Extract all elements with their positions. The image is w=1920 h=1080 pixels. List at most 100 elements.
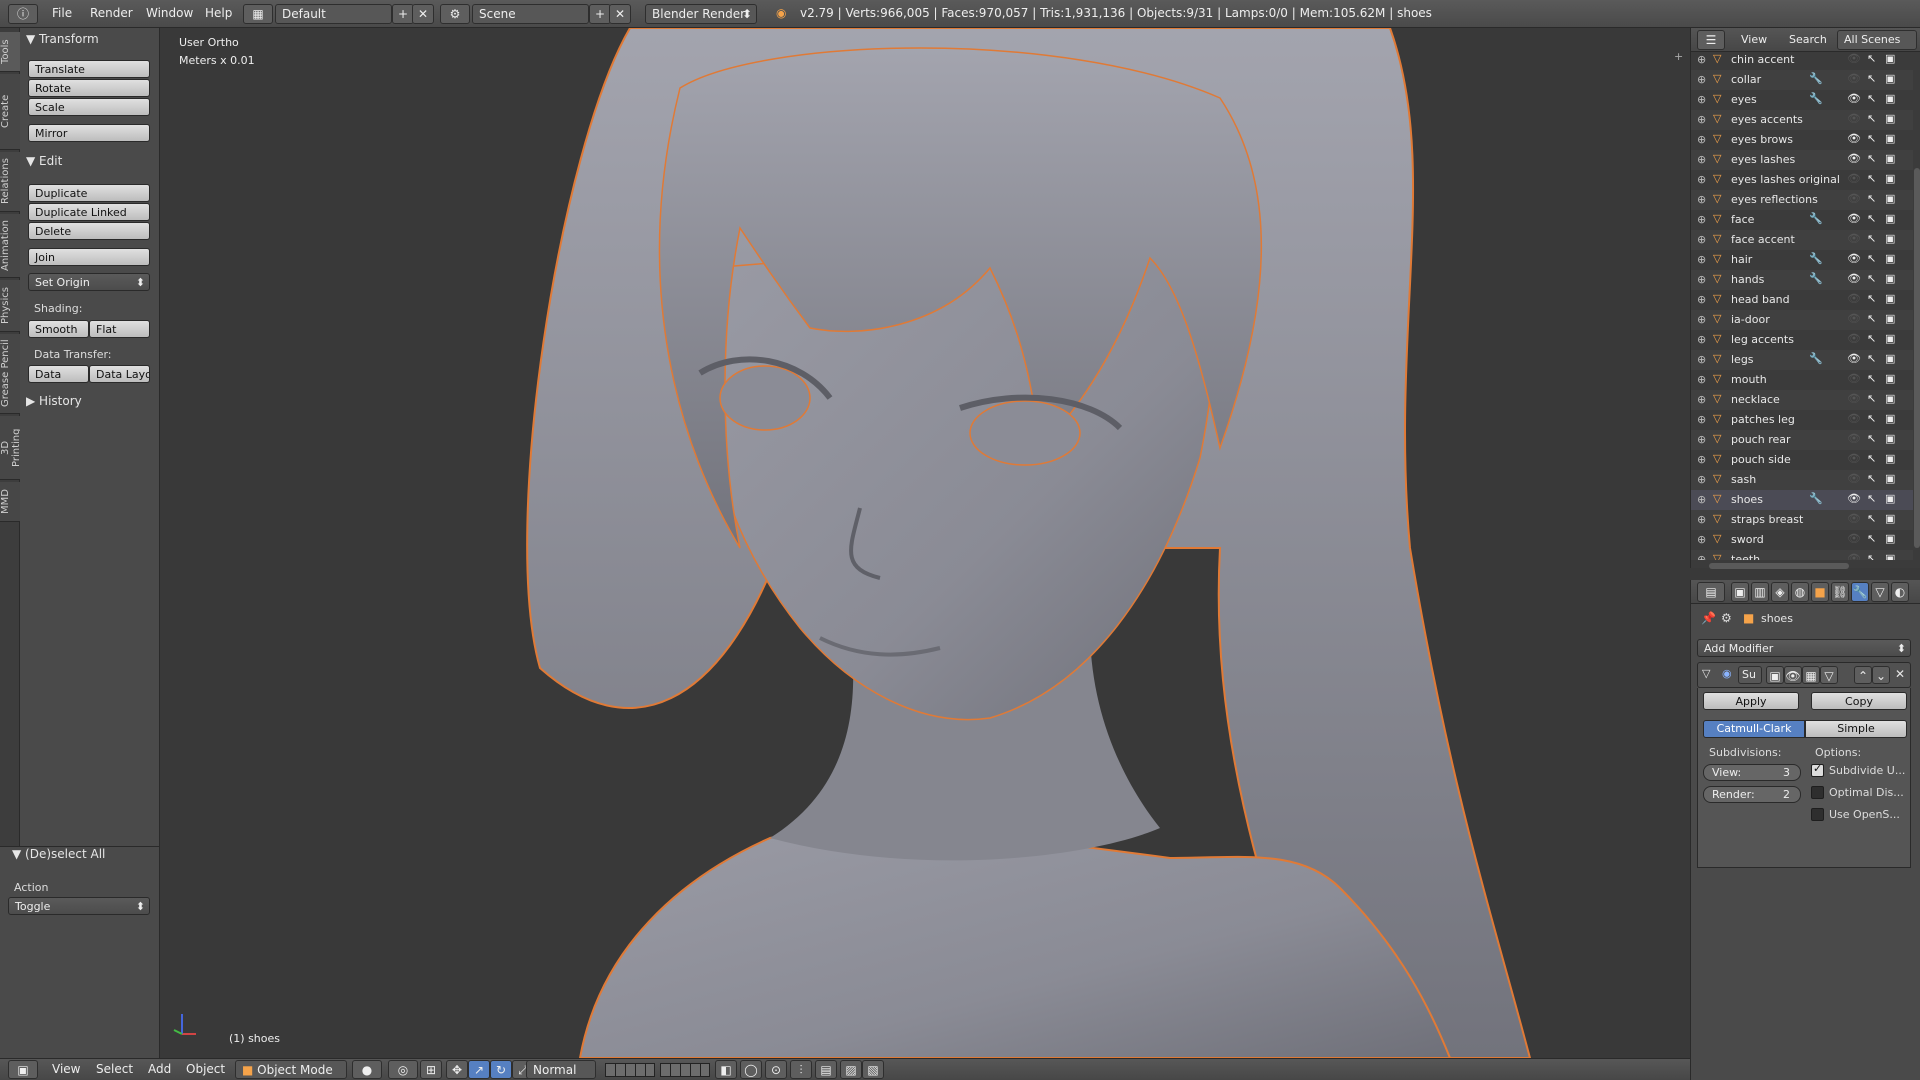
renderable-camera-icon[interactable]: ▣ bbox=[1885, 152, 1895, 165]
data-tab-icon[interactable]: ▽ bbox=[1871, 582, 1889, 602]
outliner-item[interactable]: ⊕ ▽ shoes 🔧 👁 ↖ ▣ bbox=[1691, 490, 1913, 510]
move-up-icon[interactable]: ⌃ bbox=[1854, 666, 1872, 684]
visibility-eye-icon[interactable]: 👁 bbox=[1847, 312, 1861, 325]
visibility-eye-icon[interactable]: 👁 bbox=[1847, 432, 1861, 445]
outliner-item-label[interactable]: collar bbox=[1731, 73, 1761, 86]
modifier-wrench-icon[interactable]: 🔧 bbox=[1809, 92, 1823, 105]
outliner-item-label[interactable]: face bbox=[1731, 213, 1754, 226]
snap-icon[interactable]: ⊙ bbox=[765, 1060, 787, 1079]
action-select[interactable]: Toggle ⬍ bbox=[8, 897, 150, 915]
expand-icon[interactable]: ⊕ bbox=[1697, 213, 1706, 226]
visibility-eye-icon[interactable]: 👁 bbox=[1847, 512, 1861, 525]
apply-button[interactable]: Apply bbox=[1703, 692, 1799, 710]
outliner-item[interactable]: ⊕ ▽ ia-door 👁 ↖ ▣ bbox=[1691, 310, 1913, 330]
renderable-camera-icon[interactable]: ▣ bbox=[1885, 232, 1895, 245]
layout-field[interactable]: Default bbox=[275, 4, 392, 24]
selectable-cursor-icon[interactable]: ↖ bbox=[1867, 552, 1876, 560]
outliner-item-label[interactable]: necklace bbox=[1731, 393, 1780, 406]
expand-icon[interactable]: ⊕ bbox=[1697, 493, 1706, 506]
subdivide-uvs-checkbox[interactable]: ✓ bbox=[1811, 762, 1824, 777]
renderable-camera-icon[interactable]: ▣ bbox=[1885, 372, 1895, 385]
outliner-item-label[interactable]: mouth bbox=[1731, 373, 1767, 386]
menu-select[interactable]: Select bbox=[96, 1062, 133, 1076]
modifier-wrench-icon[interactable]: 🔧 bbox=[1809, 352, 1823, 365]
constraints-tab-icon[interactable]: ⛓ bbox=[1831, 582, 1849, 602]
world-tab-icon[interactable]: ◍ bbox=[1791, 582, 1809, 602]
menu-view[interactable]: View bbox=[52, 1062, 80, 1076]
selectable-cursor-icon[interactable]: ↖ bbox=[1867, 212, 1876, 225]
visibility-eye-icon[interactable]: 👁 bbox=[1847, 472, 1861, 485]
visibility-eye-icon[interactable]: 👁 bbox=[1847, 552, 1861, 560]
visibility-eye-icon[interactable]: 👁 bbox=[1847, 232, 1861, 245]
delete-button[interactable]: Delete bbox=[28, 222, 150, 240]
outliner-item-label[interactable]: legs bbox=[1731, 353, 1754, 366]
renderable-camera-icon[interactable]: ▣ bbox=[1885, 72, 1895, 85]
rotate-button[interactable]: Rotate bbox=[28, 79, 150, 97]
tab-grease-pencil[interactable]: Grease Pencil bbox=[0, 334, 20, 414]
scale-button[interactable]: Scale bbox=[28, 98, 150, 116]
outliner-hscrollbar[interactable] bbox=[1709, 563, 1849, 569]
copy-button[interactable]: Copy bbox=[1811, 692, 1907, 710]
visibility-eye-icon[interactable]: 👁 bbox=[1847, 292, 1861, 305]
menu-file[interactable]: File bbox=[52, 6, 72, 20]
deselect-all-header[interactable]: ▼ (De)select All bbox=[12, 847, 105, 861]
visibility-eye-icon[interactable]: 👁 bbox=[1847, 112, 1861, 125]
menu-window[interactable]: Window bbox=[146, 6, 193, 20]
renderable-camera-icon[interactable]: ▣ bbox=[1885, 312, 1895, 325]
selectable-cursor-icon[interactable]: ↖ bbox=[1867, 292, 1876, 305]
tab-physics[interactable]: Physics bbox=[0, 280, 20, 332]
remove-modifier-icon[interactable]: ✕ bbox=[1895, 667, 1905, 681]
lock-layers-icon[interactable]: ◧ bbox=[715, 1060, 737, 1079]
outliner-item-label[interactable]: eyes reflections bbox=[1731, 193, 1818, 206]
translate-manipulator-icon[interactable]: ↗ bbox=[468, 1060, 490, 1079]
renderable-camera-icon[interactable]: ▣ bbox=[1885, 552, 1895, 560]
history-panel-header[interactable]: ▶ History bbox=[26, 394, 82, 408]
expand-icon[interactable]: ⊕ bbox=[1697, 433, 1706, 446]
outliner-item-label[interactable]: hands bbox=[1731, 273, 1764, 286]
edit-panel-header[interactable]: ▼ Edit bbox=[26, 154, 62, 168]
outliner-item[interactable]: ⊕ ▽ mouth 👁 ↖ ▣ bbox=[1691, 370, 1913, 390]
visibility-eye-icon[interactable]: 👁 bbox=[1847, 272, 1861, 285]
collapse-down-icon[interactable]: ▽ bbox=[1702, 667, 1710, 680]
set-origin-select[interactable]: Set Origin ⬍ bbox=[28, 273, 150, 291]
modifier-editmode-icon[interactable]: ▦ bbox=[1802, 666, 1820, 684]
manipulator-icon[interactable]: ✥ bbox=[446, 1060, 468, 1079]
expand-icon[interactable]: ⊕ bbox=[1697, 473, 1706, 486]
expand-icon[interactable]: ⊕ bbox=[1697, 53, 1706, 66]
outliner-item[interactable]: ⊕ ▽ eyes accents 👁 ↖ ▣ bbox=[1691, 110, 1913, 130]
selectable-cursor-icon[interactable]: ↖ bbox=[1867, 152, 1876, 165]
modifier-visibility-icon[interactable]: 👁 bbox=[1784, 666, 1802, 684]
outliner-item[interactable]: ⊕ ▽ pouch rear 👁 ↖ ▣ bbox=[1691, 430, 1913, 450]
outliner-item[interactable]: ⊕ ▽ hands 🔧 👁 ↖ ▣ bbox=[1691, 270, 1913, 290]
expand-icon[interactable]: ⊕ bbox=[1697, 273, 1706, 286]
close-layout-icon[interactable]: ✕ bbox=[412, 4, 434, 24]
outliner-item-label[interactable]: ia-door bbox=[1731, 313, 1770, 326]
transform-panel-header[interactable]: ▼ Transform bbox=[26, 32, 99, 46]
outliner-item[interactable]: ⊕ ▽ eyes brows 👁 ↖ ▣ bbox=[1691, 130, 1913, 150]
expand-icon[interactable]: ⊕ bbox=[1697, 313, 1706, 326]
outliner-item-label[interactable]: eyes lashes original bbox=[1731, 173, 1840, 186]
tab-animation[interactable]: Animation bbox=[0, 214, 20, 278]
object-tab-icon[interactable]: ■ bbox=[1811, 582, 1829, 602]
expand-icon[interactable]: ⊕ bbox=[1697, 173, 1706, 186]
pin-icon[interactable]: 📌 bbox=[1701, 611, 1716, 625]
outliner-item[interactable]: ⊕ ▽ leg accents 👁 ↖ ▣ bbox=[1691, 330, 1913, 350]
visibility-eye-icon[interactable]: 👁 bbox=[1847, 392, 1861, 405]
visibility-eye-icon[interactable]: 👁 bbox=[1847, 52, 1861, 65]
expand-icon[interactable]: ⊕ bbox=[1697, 413, 1706, 426]
add-modifier-select[interactable]: Add Modifier ⬍ bbox=[1697, 639, 1911, 657]
properties-editor-icon[interactable]: ▤ bbox=[1697, 582, 1725, 602]
selectable-cursor-icon[interactable]: ↖ bbox=[1867, 312, 1876, 325]
selectable-cursor-icon[interactable]: ↖ bbox=[1867, 332, 1876, 345]
expand-icon[interactable]: ⊕ bbox=[1697, 353, 1706, 366]
layer-buttons-a[interactable] bbox=[605, 1063, 655, 1077]
visibility-eye-icon[interactable]: 👁 bbox=[1847, 192, 1861, 205]
close-scene-icon[interactable]: ✕ bbox=[609, 4, 631, 24]
snap-target-icon[interactable]: ⫶ bbox=[790, 1060, 812, 1079]
renderable-camera-icon[interactable]: ▣ bbox=[1885, 292, 1895, 305]
animation-render-icon[interactable]: ▧ bbox=[862, 1060, 884, 1079]
selectable-cursor-icon[interactable]: ↖ bbox=[1867, 132, 1876, 145]
outliner-item[interactable]: ⊕ ▽ necklace 👁 ↖ ▣ bbox=[1691, 390, 1913, 410]
outliner-item-label[interactable]: sword bbox=[1731, 533, 1764, 546]
renderable-camera-icon[interactable]: ▣ bbox=[1885, 332, 1895, 345]
